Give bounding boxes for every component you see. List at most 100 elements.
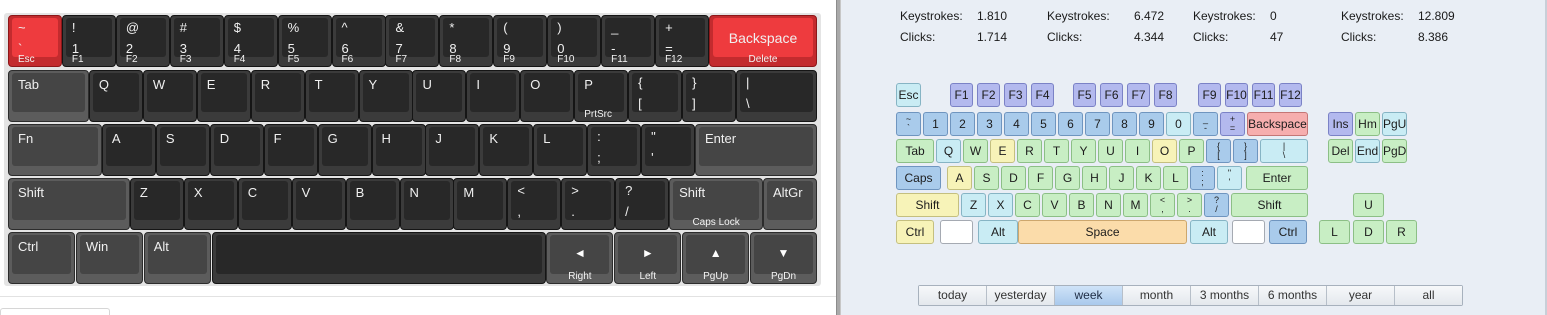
heatmap-key-0[interactable]: 0 bbox=[1166, 112, 1191, 136]
key-period[interactable]: >. bbox=[561, 178, 616, 230]
key-i[interactable]: I bbox=[466, 70, 521, 122]
key-1[interactable]: ! 1 F1 bbox=[61, 15, 116, 67]
heatmap-key-esc[interactable]: Esc bbox=[896, 83, 921, 107]
key-b[interactable]: B bbox=[345, 178, 400, 230]
heatmap-key-f1[interactable]: F1 bbox=[950, 83, 973, 107]
heatmap-key-f10[interactable]: F10 bbox=[1225, 83, 1248, 107]
time-range-option-today[interactable]: today bbox=[919, 286, 987, 305]
heatmap-key-t[interactable]: T bbox=[1044, 139, 1069, 163]
heatmap-key-lshift[interactable]: Shift bbox=[896, 193, 959, 217]
key-esc[interactable]: ~ ` Esc bbox=[8, 15, 62, 67]
heatmap-key-menu[interactable] bbox=[1232, 220, 1265, 244]
key-f[interactable]: F bbox=[263, 124, 318, 176]
time-range-option-year[interactable]: year bbox=[1327, 286, 1395, 305]
heatmap-key-d[interactable]: D bbox=[1001, 166, 1026, 190]
key-3[interactable]: #3 F3 bbox=[169, 15, 224, 67]
key-4[interactable]: $4 F4 bbox=[223, 15, 278, 67]
heatmap-key-ins[interactable]: Ins bbox=[1328, 112, 1353, 136]
time-range-option-yesterday[interactable]: yesterday bbox=[987, 286, 1055, 305]
heatmap-key-f3[interactable]: F3 bbox=[1004, 83, 1027, 107]
key-z[interactable]: Z bbox=[129, 178, 184, 230]
key-p[interactable]: P PrtSrc bbox=[574, 70, 629, 122]
heatmap-key-o[interactable]: O bbox=[1152, 139, 1177, 163]
heatmap-key-h[interactable]: H bbox=[1082, 166, 1107, 190]
time-range-option-week[interactable]: week bbox=[1055, 286, 1123, 305]
heatmap-key-del[interactable]: Del bbox=[1328, 139, 1353, 163]
key-q[interactable]: Q bbox=[88, 70, 143, 122]
heatmap-key-e[interactable]: E bbox=[990, 139, 1015, 163]
key-rshift[interactable]: Shift Caps Lock bbox=[669, 178, 764, 230]
heatmap-key-4[interactable]: 4 bbox=[1004, 112, 1029, 136]
heatmap-key-2[interactable]: 2 bbox=[950, 112, 975, 136]
heatmap-key-semicolon[interactable]: :; bbox=[1190, 166, 1215, 190]
heatmap-key-1[interactable]: 1 bbox=[923, 112, 948, 136]
heatmap-key-equals[interactable]: + = bbox=[1220, 112, 1245, 136]
heatmap-key-tilde[interactable]: ~ ` bbox=[896, 112, 921, 136]
heatmap-key-pgd[interactable]: PgD bbox=[1382, 139, 1407, 163]
key-h[interactable]: H bbox=[371, 124, 426, 176]
key-m[interactable]: M bbox=[453, 178, 508, 230]
key-6[interactable]: ^ 6 F6 bbox=[331, 15, 386, 67]
heatmap-key-backspace[interactable]: Backspace bbox=[1247, 112, 1308, 136]
heatmap-key-v[interactable]: V bbox=[1042, 193, 1067, 217]
heatmap-key-3[interactable]: 3 bbox=[977, 112, 1002, 136]
heatmap-key-space[interactable]: Space bbox=[1018, 220, 1187, 244]
key-fn[interactable]: Fn bbox=[8, 124, 102, 176]
heatmap-key-u[interactable]: U bbox=[1098, 139, 1123, 163]
heatmap-key-6[interactable]: 6 bbox=[1058, 112, 1083, 136]
key-2[interactable]: @2 F2 bbox=[115, 15, 170, 67]
heatmap-key-y[interactable]: Y bbox=[1071, 139, 1096, 163]
key-j[interactable]: J bbox=[425, 124, 480, 176]
key-n[interactable]: N bbox=[399, 178, 454, 230]
heatmap-key-arrow-down[interactable]: D bbox=[1353, 220, 1384, 244]
heatmap-key-rctrl[interactable]: Ctrl bbox=[1269, 220, 1307, 244]
heatmap-key-w[interactable]: W bbox=[963, 139, 988, 163]
key-s[interactable]: S bbox=[155, 124, 210, 176]
key-tab[interactable]: Tab bbox=[8, 70, 89, 122]
heatmap-key-k[interactable]: K bbox=[1136, 166, 1161, 190]
heatmap-key-l[interactable]: L bbox=[1163, 166, 1188, 190]
key-c[interactable]: C bbox=[237, 178, 292, 230]
heatmap-key-lbracket[interactable]: {[ bbox=[1206, 139, 1231, 163]
heatmap-key-8[interactable]: 8 bbox=[1112, 112, 1137, 136]
time-range-option-month[interactable]: month bbox=[1123, 286, 1191, 305]
key-l[interactable]: L bbox=[533, 124, 588, 176]
heatmap-key-c[interactable]: C bbox=[1015, 193, 1040, 217]
heatmap-key-tab[interactable]: Tab bbox=[896, 139, 934, 163]
key-arrow-right[interactable]: ► Left bbox=[614, 232, 682, 284]
heatmap-key-enter[interactable]: Enter bbox=[1246, 166, 1308, 190]
key-enter[interactable]: Enter bbox=[695, 124, 817, 176]
key-u[interactable]: U bbox=[412, 70, 467, 122]
key-ctrl[interactable]: Ctrl bbox=[8, 232, 75, 284]
heatmap-key-9[interactable]: 9 bbox=[1139, 112, 1164, 136]
key-arrow-up[interactable]: ▲ PgUp bbox=[682, 232, 750, 284]
heatmap-key-minus[interactable]: _ - bbox=[1193, 112, 1218, 136]
key-slash[interactable]: ? / bbox=[615, 178, 670, 230]
heatmap-key-hm[interactable]: Hm bbox=[1355, 112, 1380, 136]
heatmap-key-i[interactable]: I bbox=[1125, 139, 1150, 163]
heatmap-key-period[interactable]: >. bbox=[1177, 193, 1202, 217]
heatmap-key-j[interactable]: J bbox=[1109, 166, 1134, 190]
key-semicolon[interactable]: :; bbox=[587, 124, 642, 176]
key-win[interactable]: Win bbox=[75, 232, 143, 284]
key-x[interactable]: X bbox=[183, 178, 238, 230]
heatmap-key-arrow-left[interactable]: L bbox=[1319, 220, 1350, 244]
heatmap-key-ctrl[interactable]: Ctrl bbox=[896, 220, 934, 244]
key-o[interactable]: O bbox=[520, 70, 575, 122]
heatmap-key-alt[interactable]: Alt bbox=[978, 220, 1018, 244]
key-v[interactable]: V bbox=[291, 178, 346, 230]
heatmap-key-5[interactable]: 5 bbox=[1031, 112, 1056, 136]
heatmap-key-f2[interactable]: F2 bbox=[977, 83, 1000, 107]
key-7[interactable]: & 7 F7 bbox=[385, 15, 440, 67]
heatmap-key-f6[interactable]: F6 bbox=[1100, 83, 1123, 107]
key-arrow-down[interactable]: ▼ PgDn bbox=[750, 232, 817, 284]
heatmap-key-z[interactable]: Z bbox=[961, 193, 986, 217]
heatmap-key-r[interactable]: R bbox=[1017, 139, 1042, 163]
key-space[interactable] bbox=[211, 232, 546, 284]
heatmap-key-7[interactable]: 7 bbox=[1085, 112, 1110, 136]
heatmap-key-arrow-up[interactable]: U bbox=[1353, 193, 1384, 217]
heatmap-key-p[interactable]: P bbox=[1179, 139, 1204, 163]
heatmap-key-slash[interactable]: ? / bbox=[1204, 193, 1229, 217]
time-range-option-3-months[interactable]: 3 months bbox=[1191, 286, 1259, 305]
key-comma[interactable]: <, bbox=[507, 178, 562, 230]
